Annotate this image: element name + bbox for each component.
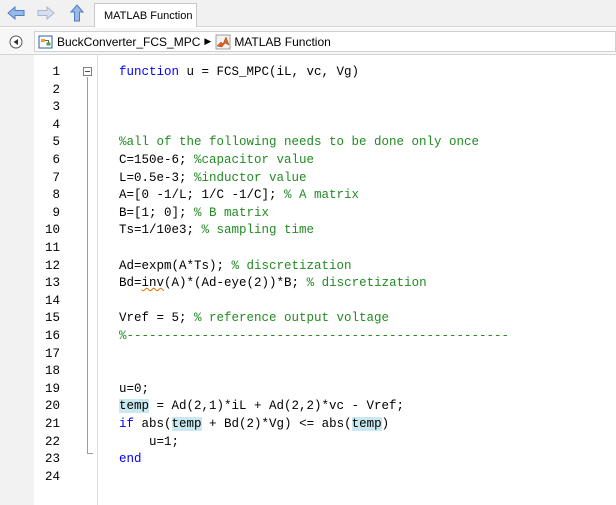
code-text: B=[1; 0]; % B matrix — [119, 205, 270, 220]
breadcrumb-item-model[interactable]: BuckConverter_FCS_MPC — [57, 35, 200, 49]
matlab-function-icon — [215, 34, 231, 50]
breadcrumb: BuckConverter_FCS_MPC ▶ MATLAB Function — [34, 31, 616, 52]
code-line[interactable]: 15 Vref = 5; % reference output voltage — [0, 310, 616, 328]
code-line[interactable]: 8 A=[0 -1/L; 1/C -1/C]; % A matrix — [0, 187, 616, 205]
code-text: %all of the following needs to be done o… — [119, 135, 480, 150]
code-line[interactable]: 3 — [0, 99, 616, 117]
code-text: function u = FCS_MPC(iL, vc, Vg) — [119, 65, 360, 79]
code-text: u=0; — [119, 381, 150, 396]
tab-label: MATLAB Function — [104, 9, 193, 22]
line-number: 9 — [52, 205, 60, 220]
line-number: 5 — [52, 135, 60, 150]
line-number: 2 — [52, 82, 60, 97]
code-line[interactable]: 2 — [0, 82, 616, 100]
line-number: 7 — [52, 170, 60, 185]
line-number: 1 — [52, 65, 60, 79]
line-number: 13 — [44, 276, 60, 291]
line-number: 18 — [44, 364, 60, 379]
code-line[interactable]: 20 temp = Ad(2,1)*iL + Ad(2,2)*vc - Vref; — [0, 398, 616, 416]
line-number: 6 — [52, 153, 60, 167]
up-arrow-icon[interactable] — [67, 4, 87, 22]
code-line[interactable]: 10 Ts=1/10e3; % sampling time — [0, 222, 616, 240]
line-number: 4 — [52, 117, 60, 132]
code-text: if abs(temp + Bd(2)*Vg) <= abs(temp) — [119, 417, 390, 431]
code-text: Ts=1/10e3; % sampling time — [119, 223, 315, 238]
forward-arrow-icon[interactable] — [36, 4, 56, 22]
code-text: temp = Ad(2,1)*iL + Ad(2,2)*vc - Vref; — [119, 399, 405, 414]
code-line[interactable]: 12 Ad=expm(A*Ts); % discretization — [0, 258, 616, 276]
address-bar: BuckConverter_FCS_MPC ▶ MATLAB Function — [0, 28, 616, 55]
code-text: %---------------------------------------… — [119, 329, 510, 343]
line-number: 23 — [44, 452, 60, 467]
line-number: 15 — [44, 311, 60, 326]
line-number: 16 — [44, 329, 60, 343]
code-text: C=150e-6; %capacitor value — [119, 153, 315, 167]
code-text: A=[0 -1/L; 1/C -1/C]; % A matrix — [119, 188, 360, 203]
navigate-back-icon[interactable] — [9, 35, 23, 49]
code-line[interactable]: 23 end — [0, 451, 616, 469]
code-line[interactable]: 21 if abs(temp + Bd(2)*Vg) <= abs(temp) — [0, 416, 616, 434]
code-line[interactable]: 18 — [0, 363, 616, 381]
back-arrow-icon[interactable] — [6, 4, 26, 22]
breadcrumb-separator-icon: ▶ — [204, 36, 212, 46]
line-number: 20 — [44, 399, 60, 414]
code-line[interactable]: 6 C=150e-6; %capacitor value — [0, 152, 616, 170]
line-number: 17 — [44, 346, 60, 361]
line-number: 24 — [44, 469, 60, 484]
code-line[interactable]: 4 — [0, 117, 616, 135]
line-number: 22 — [44, 434, 60, 449]
code-line[interactable]: 19 u=0; — [0, 381, 616, 399]
code-line[interactable]: 14 — [0, 293, 616, 311]
breadcrumb-item-function[interactable]: MATLAB Function — [234, 35, 330, 49]
line-number: 19 — [44, 381, 60, 396]
line-number: 12 — [44, 258, 60, 273]
line-number: 21 — [44, 417, 60, 431]
code-line[interactable]: 16 %-------------------------------------… — [0, 328, 616, 346]
simulink-model-icon — [38, 34, 54, 50]
code-line[interactable]: 7 L=0.5e-3; %inductor value — [0, 170, 616, 188]
code-line[interactable]: 13 Bd=inv(A)*(Ad-eye(2))*B; % discretizat… — [0, 275, 616, 293]
code-line[interactable]: 24 — [0, 469, 616, 487]
code-line[interactable]: 22 u=1; — [0, 434, 616, 452]
code-line[interactable]: 17 — [0, 346, 616, 364]
line-number: 11 — [44, 241, 60, 255]
line-number: 8 — [52, 188, 60, 203]
code-editor[interactable]: 1 function u = FCS_MPC(iL, vc, Vg) 2 3 4 5 %al… — [0, 55, 616, 505]
code-text: Ad=expm(A*Ts); % discretization — [119, 258, 352, 273]
line-number: 10 — [44, 223, 60, 238]
toolbar: MATLAB Function — [0, 0, 616, 27]
code-text: end — [119, 452, 142, 467]
code-line[interactable]: 5 %all of the following needs to be done … — [0, 134, 616, 152]
code-text: Vref = 5; % reference output voltage — [119, 311, 390, 326]
code-text: u=1; — [119, 434, 180, 449]
code-line[interactable]: 9 B=[1; 0]; % B matrix — [0, 205, 616, 223]
line-number: 14 — [44, 293, 60, 308]
line-number: 3 — [52, 100, 60, 115]
tab-matlab-function[interactable]: MATLAB Function — [94, 3, 197, 27]
code-text: Bd=inv(A)*(Ad-eye(2))*B; % discretizatio… — [119, 276, 427, 291]
code-line[interactable]: 1 function u = FCS_MPC(iL, vc, Vg) — [0, 64, 616, 82]
code-text: L=0.5e-3; %inductor value — [119, 170, 307, 185]
code-line[interactable]: 11 — [0, 240, 616, 258]
